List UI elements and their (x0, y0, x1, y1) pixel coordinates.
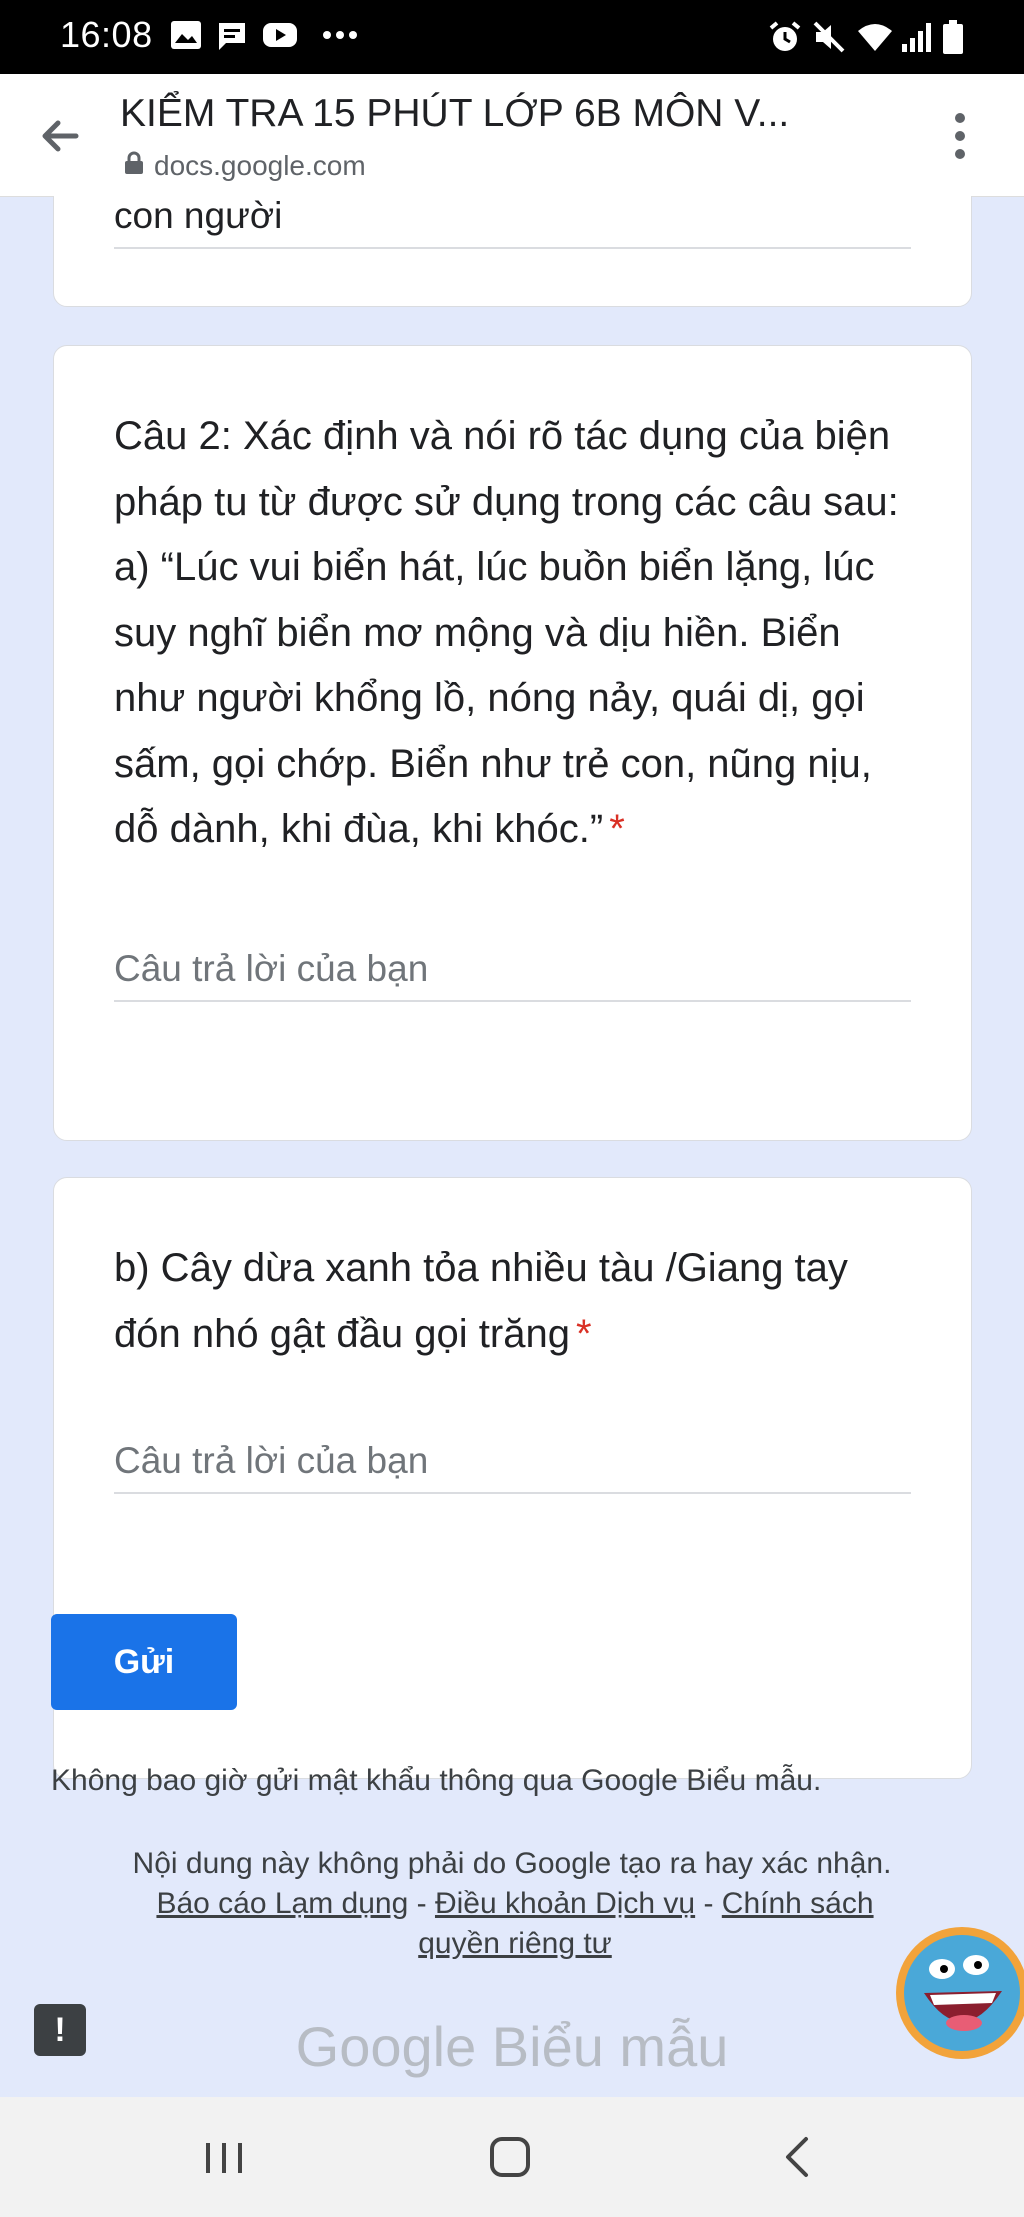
logo-forms-text: Biểu mẫu (476, 2015, 729, 2078)
question-b-label: b) Cây dừa xanh tỏa nhiều tàu /Giang tay… (114, 1246, 848, 1356)
form-content: con người Câu 2: Xác định và nói rõ tác … (0, 196, 1024, 2097)
android-nav-bar (0, 2097, 1024, 2217)
previous-answer-field[interactable]: con người (114, 199, 911, 249)
url-text: docs.google.com (154, 150, 366, 181)
question-2-label: Câu 2: Xác định và nói rõ tác dụng của b… (114, 414, 899, 851)
required-asterisk: * (609, 807, 625, 851)
question-2-text: Câu 2: Xác định và nói rõ tác dụng của b… (114, 404, 914, 863)
floating-chat-head-icon[interactable] (884, 1921, 1024, 2061)
browser-toolbar: KIỂM TRA 15 PHÚT LỚP 6B MÔN V... docs.go… (0, 74, 1024, 197)
logo-google-text: Google (295, 2015, 477, 2078)
image-icon (170, 20, 202, 50)
required-asterisk: * (575, 1311, 592, 1356)
password-warning: Không bao giờ gửi mật khẩu thông qua Goo… (51, 1764, 822, 1797)
submit-button[interactable]: Gửi (51, 1614, 237, 1710)
home-icon[interactable] (480, 2127, 540, 2187)
question-2-answer-input[interactable] (114, 938, 911, 1002)
back-arrow-icon[interactable] (36, 112, 84, 160)
overflow-menu-icon[interactable] (940, 108, 980, 164)
previous-question-card: con người (53, 196, 972, 307)
battery-icon (942, 20, 964, 54)
alarm-icon (768, 20, 802, 54)
youtube-icon (262, 20, 298, 50)
chat-icon (216, 20, 248, 52)
recent-apps-icon[interactable] (194, 2127, 254, 2187)
question-2-card: Câu 2: Xác định và nói rõ tác dụng của b… (53, 345, 972, 1141)
wifi-icon (856, 20, 894, 54)
link-separator: - (695, 1887, 722, 1920)
status-bar: 16:08 (0, 0, 1024, 74)
footer-links: Báo cáo Lạm dụng - Điều khoản Dịch vụ - … (120, 1884, 910, 1964)
content-disclaimer: Nội dung này không phải do Google tạo ra… (132, 1847, 892, 1880)
question-b-answer-input[interactable] (114, 1430, 911, 1494)
url-display[interactable]: docs.google.com (124, 150, 366, 182)
google-forms-logo[interactable]: Google Biểu mẫu (0, 2014, 1024, 2079)
back-nav-icon[interactable] (768, 2127, 828, 2187)
page-title[interactable]: KIỂM TRA 15 PHÚT LỚP 6B MÔN V... (120, 92, 789, 136)
signal-icon (900, 20, 934, 54)
terms-link[interactable]: Điều khoản Dịch vụ (435, 1887, 695, 1920)
link-separator: - (408, 1887, 435, 1920)
question-b-text: b) Cây dừa xanh tỏa nhiều tàu /Giang tay… (114, 1236, 914, 1367)
clock: 16:08 (60, 14, 153, 55)
more-dots-icon (322, 30, 358, 40)
mute-icon (812, 20, 846, 54)
report-abuse-link[interactable]: Báo cáo Lạm dụng (156, 1887, 408, 1920)
lock-icon (124, 150, 144, 182)
